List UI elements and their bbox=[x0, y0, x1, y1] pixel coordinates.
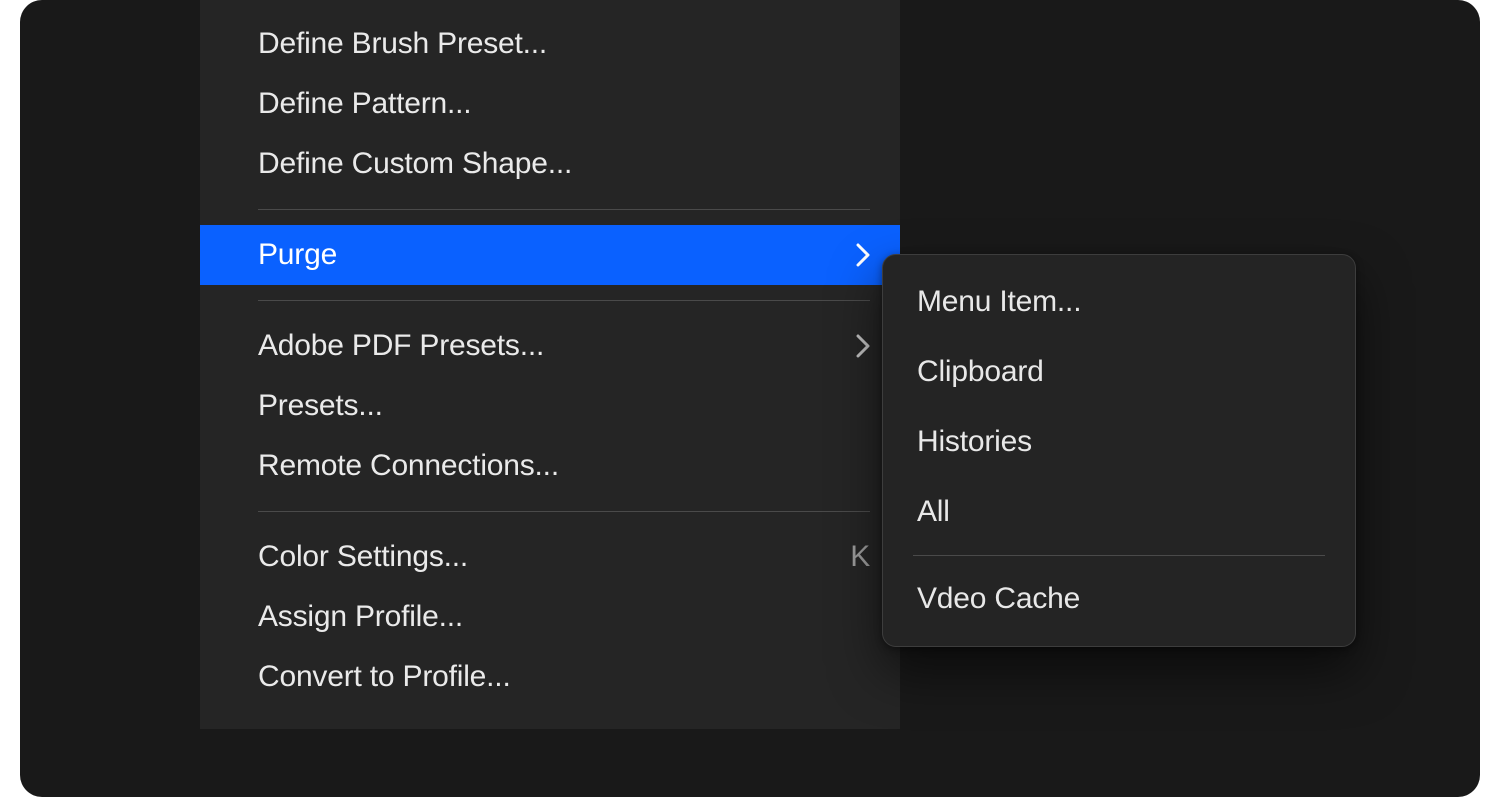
menu-separator bbox=[258, 300, 870, 301]
menu-separator bbox=[258, 209, 870, 210]
menu-item-remote-connections[interactable]: Remote Connections... bbox=[200, 436, 900, 496]
menu-separator bbox=[258, 511, 870, 512]
menu-item-define-pattern[interactable]: Define Pattern... bbox=[200, 74, 900, 134]
menu-item-label: Assign Profile... bbox=[258, 600, 870, 634]
submenu-item-video-cache[interactable]: Vdeo Cache bbox=[883, 564, 1355, 634]
menu-item-label: Define Brush Preset... bbox=[258, 27, 870, 61]
menu-item-color-settings[interactable]: Color Settings... K bbox=[200, 527, 900, 587]
menu-item-label: Color Settings... bbox=[258, 540, 830, 574]
menu-item-presets[interactable]: Presets... bbox=[200, 376, 900, 436]
menu-item-label: Remote Connections... bbox=[258, 449, 870, 483]
menu-item-label: Convert to Profile... bbox=[258, 660, 870, 694]
edit-menu-dropdown: Define Brush Preset... Define Pattern...… bbox=[200, 0, 900, 729]
menu-item-define-custom-shape[interactable]: Define Custom Shape... bbox=[200, 134, 900, 194]
menu-item-convert-to-profile[interactable]: Convert to Profile... bbox=[200, 647, 900, 707]
submenu-separator bbox=[913, 555, 1325, 556]
menu-item-purge[interactable]: Purge bbox=[200, 225, 900, 285]
menu-item-define-brush-preset[interactable]: Define Brush Preset... bbox=[200, 14, 900, 74]
menu-item-label: Presets... bbox=[258, 389, 870, 423]
submenu-item-label: All bbox=[917, 495, 950, 529]
purge-submenu: Menu Item... Clipboard Histories All Vde… bbox=[882, 254, 1356, 647]
menu-item-label: Define Custom Shape... bbox=[258, 147, 870, 181]
menu-item-label: Define Pattern... bbox=[258, 87, 870, 121]
submenu-item-label: Histories bbox=[917, 425, 1032, 459]
submenu-item-all[interactable]: All bbox=[883, 477, 1355, 547]
menu-item-shortcut: K bbox=[850, 540, 870, 574]
submenu-item-label: Clipboard bbox=[917, 355, 1044, 389]
menu-item-adobe-pdf-presets[interactable]: Adobe PDF Presets... bbox=[200, 316, 900, 376]
submenu-item-histories[interactable]: Histories bbox=[883, 407, 1355, 477]
menu-item-label: Purge bbox=[258, 238, 836, 272]
app-background: Define Brush Preset... Define Pattern...… bbox=[20, 0, 1480, 797]
chevron-right-icon bbox=[856, 243, 870, 267]
menu-item-label: Adobe PDF Presets... bbox=[258, 329, 836, 363]
submenu-item-label: Menu Item... bbox=[917, 285, 1081, 319]
chevron-right-icon bbox=[856, 334, 870, 358]
submenu-item-label: Vdeo Cache bbox=[917, 582, 1080, 616]
menu-item-assign-profile[interactable]: Assign Profile... bbox=[200, 587, 900, 647]
submenu-item-menu-item[interactable]: Menu Item... bbox=[883, 267, 1355, 337]
submenu-item-clipboard[interactable]: Clipboard bbox=[883, 337, 1355, 407]
